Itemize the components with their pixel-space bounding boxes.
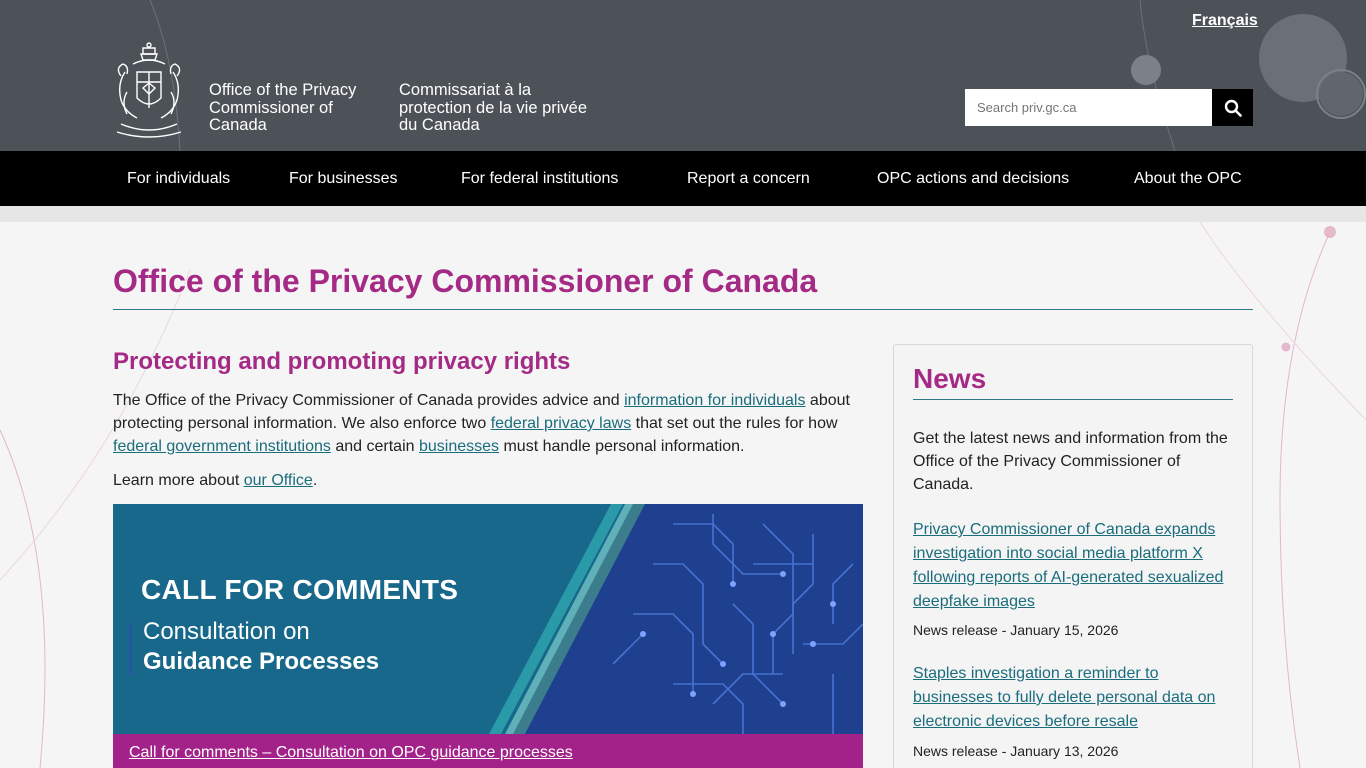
org-name-english[interactable]: Office of the Privacy Commissioner of Ca… xyxy=(209,81,389,135)
link-federal-government-institutions[interactable]: federal government institutions xyxy=(113,438,331,455)
link-businesses[interactable]: businesses xyxy=(419,438,499,455)
header-decoration xyxy=(149,0,1366,151)
main-navigation: For individuals For businesses For feder… xyxy=(0,151,1366,206)
learn-more-text: Learn more about xyxy=(113,472,244,489)
nav-item-opc-actions[interactable]: OPC actions and decisions xyxy=(877,151,1069,206)
news-item-meta: News release - January 15, 2026 xyxy=(913,622,1119,638)
banner-subtitle-line2: Guidance Processes xyxy=(143,648,380,675)
nav-item-for-federal-institutions[interactable]: For federal institutions xyxy=(461,151,618,206)
section-heading: Protecting and promoting privacy rights xyxy=(113,348,571,375)
banner-caption-bar: Call for comments – Consultation on OPC … xyxy=(113,734,863,768)
intro-text: The Office of the Privacy Commissioner o… xyxy=(113,392,625,409)
news-intro: Get the latest news and information from… xyxy=(913,430,1228,493)
search-input[interactable] xyxy=(965,89,1212,126)
magnifier-icon xyxy=(1224,99,1242,117)
nav-underband xyxy=(0,206,1366,222)
nav-item-about-the-opc[interactable]: About the OPC xyxy=(1134,151,1242,206)
link-federal-privacy-laws[interactable]: federal privacy laws xyxy=(491,415,632,432)
org-name-french[interactable]: Commissariat à la protection de la vie p… xyxy=(399,81,599,135)
nav-item-for-businesses[interactable]: For businesses xyxy=(289,151,398,206)
language-toggle-link[interactable]: Français xyxy=(1192,12,1258,30)
link-information-for-individuals[interactable]: information for individuals xyxy=(624,392,805,409)
intro-text: must handle personal information. xyxy=(499,438,745,455)
news-heading: News xyxy=(913,363,987,394)
banner-title: CALL FOR COMMENTS xyxy=(141,574,459,605)
news-item-link[interactable]: Staples investigation a reminder to busi… xyxy=(913,662,1238,734)
news-item-link[interactable]: Privacy Commissioner of Canada expands i… xyxy=(913,518,1238,614)
intro-text: and certain xyxy=(330,438,419,455)
nav-item-report-a-concern[interactable]: Report a concern xyxy=(687,151,810,206)
search-button[interactable] xyxy=(1212,89,1253,126)
banner-subtitle-line1: Consultation on xyxy=(143,618,310,645)
banner-caption-link[interactable]: Call for comments – Consultation on OPC … xyxy=(129,744,573,762)
intro-text: that set out the rules for how xyxy=(631,415,838,432)
banner-accent-bar xyxy=(130,622,132,675)
nav-item-for-individuals[interactable]: For individuals xyxy=(127,151,230,206)
title-divider xyxy=(113,309,1253,310)
learn-more-end: . xyxy=(312,472,318,489)
news-panel: News Get the latest news and information… xyxy=(893,344,1253,768)
intro-paragraph: The Office of the Privacy Commissioner o… xyxy=(113,389,863,458)
site-header: Français Office of the Privacy Commissio… xyxy=(0,0,1366,151)
news-item-meta: News release - January 13, 2026 xyxy=(913,743,1119,759)
news-divider xyxy=(913,399,1233,400)
page-title: Office of the Privacy Commissioner of Ca… xyxy=(113,263,818,299)
canada-coat-of-arms-icon[interactable] xyxy=(113,42,185,140)
learn-more-paragraph: Learn more about our Office. xyxy=(113,469,317,492)
link-our-office[interactable]: our Office xyxy=(244,472,313,489)
call-for-comments-banner[interactable]: CALL FOR COMMENTS Consultation on Guidan… xyxy=(113,504,863,734)
